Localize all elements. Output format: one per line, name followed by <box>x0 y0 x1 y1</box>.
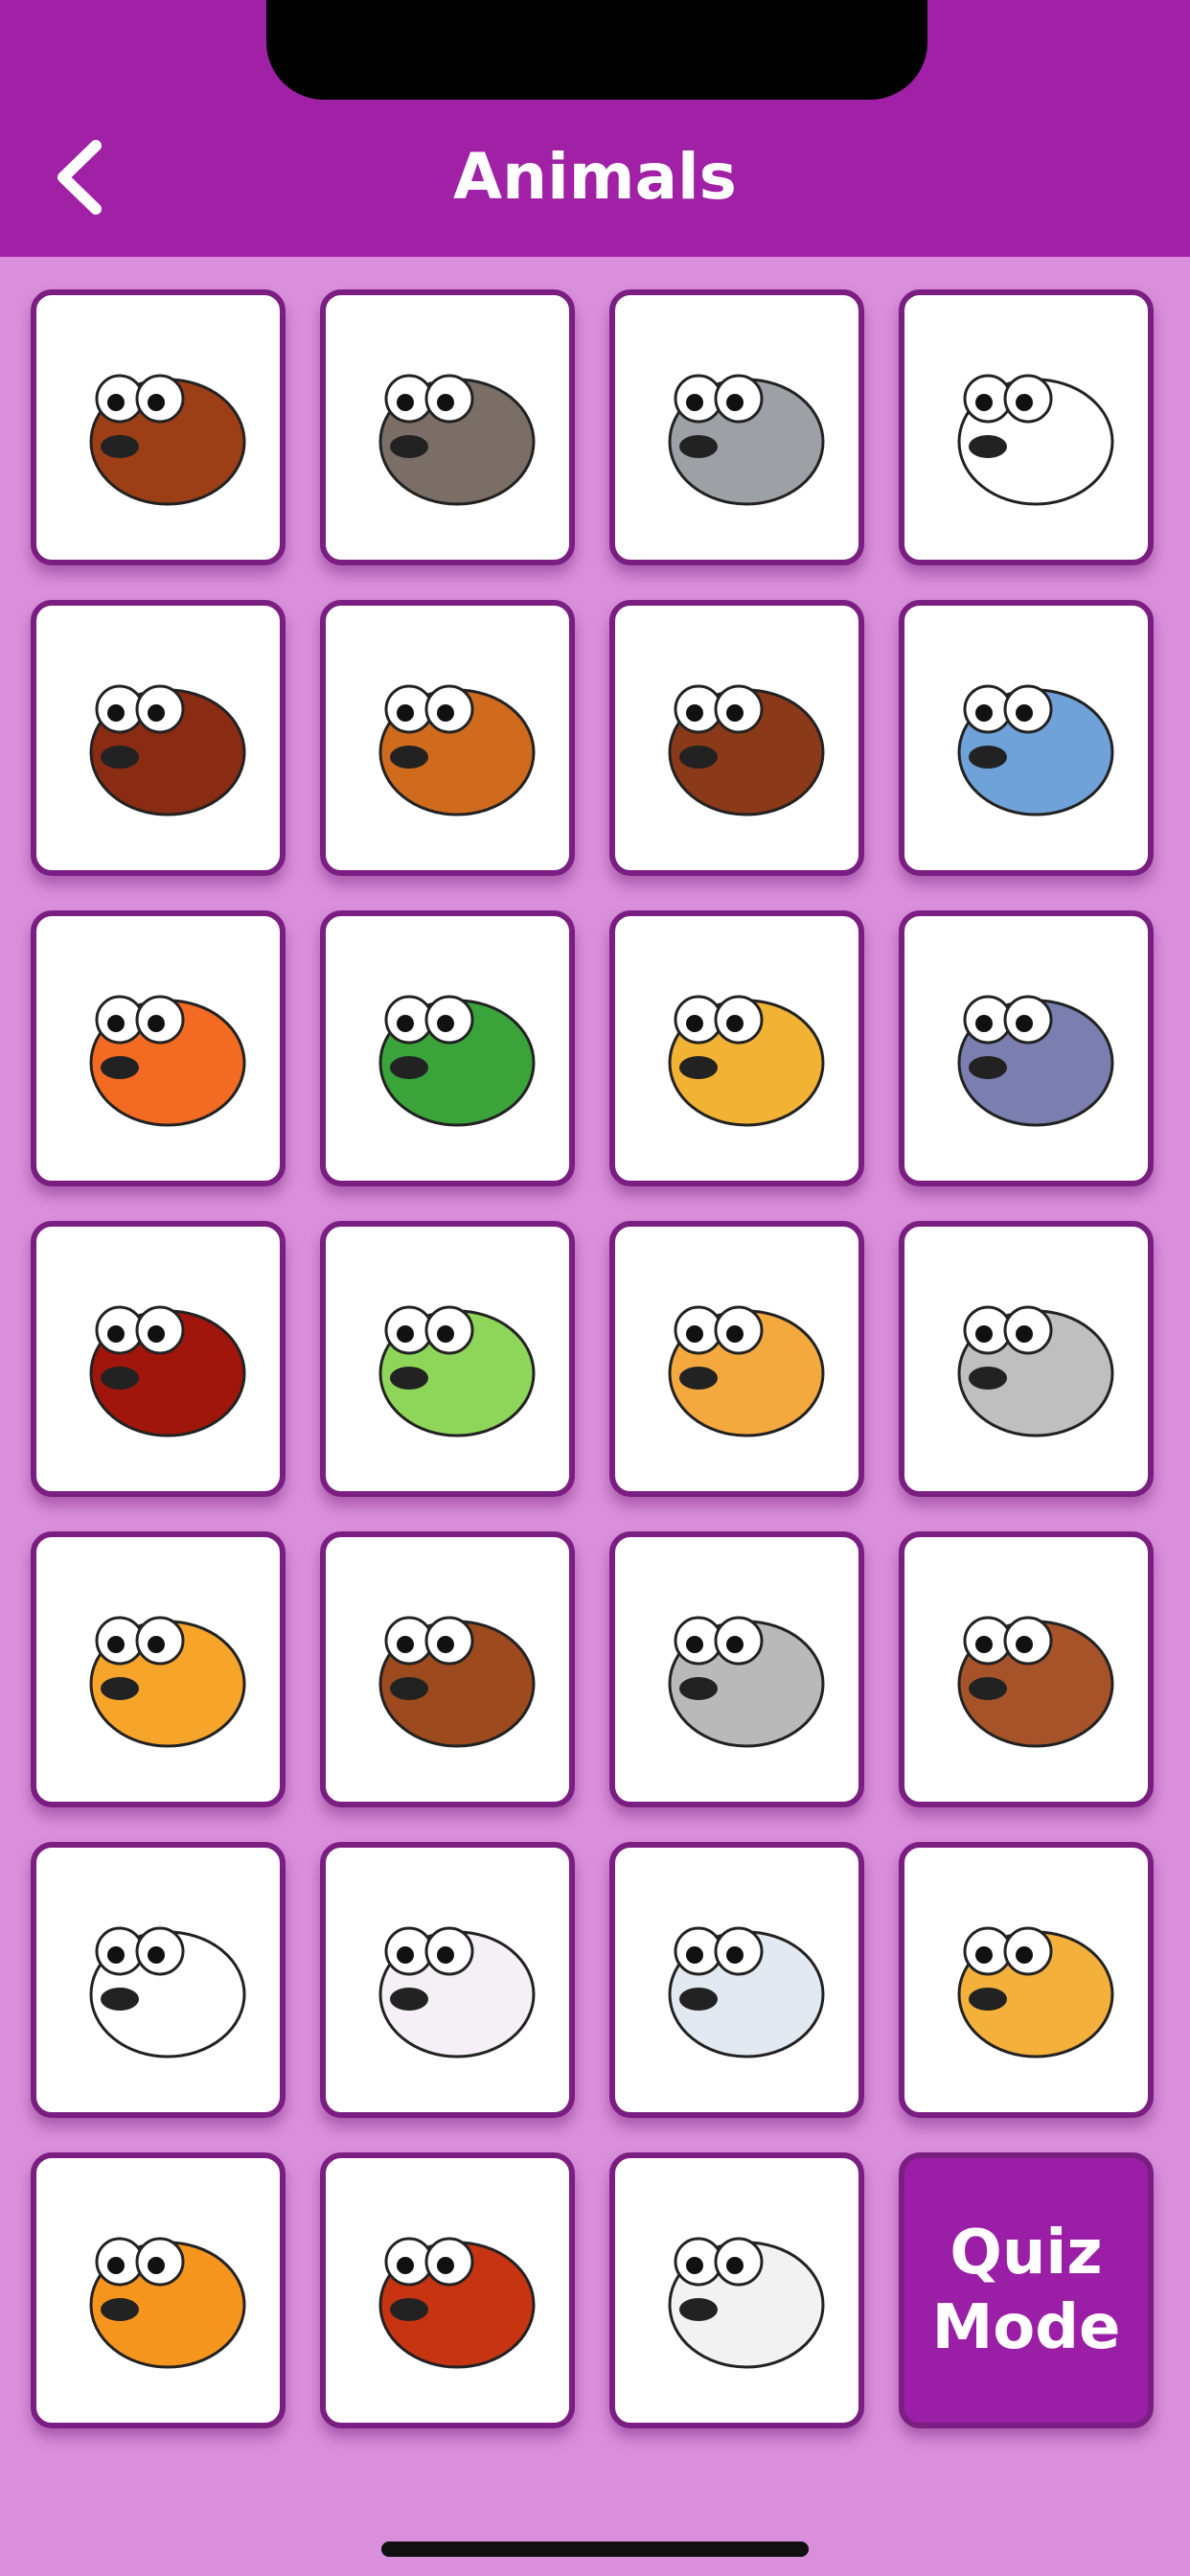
animal-grid: Quiz Mode <box>31 289 1154 2428</box>
animal-tile-rabbit[interactable] <box>320 1842 575 2118</box>
animal-tile-zebra[interactable] <box>609 2152 864 2428</box>
mouse-icon <box>668 1616 825 1748</box>
animal-tile-boar[interactable] <box>31 1221 286 1497</box>
page-title: Animals <box>453 140 737 214</box>
animal-tile-walrus[interactable] <box>320 2152 575 2428</box>
animal-tile-monkey[interactable] <box>320 1531 575 1807</box>
animal-tile-duck[interactable] <box>609 600 864 876</box>
koala-icon <box>957 1305 1114 1438</box>
duck-icon <box>668 684 825 816</box>
monkey-icon <box>378 1616 536 1748</box>
zebra-icon <box>668 2237 825 2369</box>
boar-icon <box>89 1305 246 1438</box>
home-indicator <box>381 2542 809 2557</box>
panda-icon <box>89 1926 246 2058</box>
device-notch <box>266 0 927 100</box>
animal-tile-koala[interactable] <box>899 1221 1154 1497</box>
animal-tile-dog[interactable] <box>320 600 575 876</box>
rabbit-icon <box>378 1926 536 2058</box>
lion-icon <box>89 1616 246 1748</box>
hippo-icon <box>957 995 1114 1127</box>
giraffe-icon <box>668 995 825 1127</box>
quiz-mode-button[interactable]: Quiz Mode <box>899 2152 1154 2428</box>
moose-icon <box>89 684 246 816</box>
animal-tile-bear[interactable] <box>31 289 286 565</box>
animal-tile-snake[interactable] <box>899 1842 1154 2118</box>
animal-tile-mouse[interactable] <box>609 1531 864 1807</box>
animal-tile-sheep[interactable] <box>609 1842 864 2118</box>
elephant-icon <box>957 684 1114 816</box>
frog-icon <box>378 995 536 1127</box>
sheep-icon <box>668 1926 825 2058</box>
animal-tile-hippo[interactable] <box>899 910 1154 1186</box>
animal-tile-kangaroo[interactable] <box>609 1221 864 1497</box>
animal-tile-fox[interactable] <box>31 910 286 1186</box>
animal-tile-owl[interactable] <box>899 1531 1154 1807</box>
animal-tile-tiger[interactable] <box>31 2152 286 2428</box>
animal-tile-moose[interactable] <box>31 600 286 876</box>
walrus-icon <box>378 2237 536 2369</box>
animal-tile-cat[interactable] <box>609 289 864 565</box>
owl-icon <box>957 1616 1114 1748</box>
animal-tile-cow[interactable] <box>899 289 1154 565</box>
fox-icon <box>89 995 246 1127</box>
animal-tile-giraffe[interactable] <box>609 910 864 1186</box>
animal-tile-lion[interactable] <box>31 1531 286 1807</box>
iguana-icon <box>378 1305 536 1438</box>
nav-header: Animals <box>0 0 1190 257</box>
bear-icon <box>89 374 246 506</box>
animal-tile-iguana[interactable] <box>320 1221 575 1497</box>
cow-icon <box>957 374 1114 506</box>
kangaroo-icon <box>668 1305 825 1438</box>
cat-icon <box>668 374 825 506</box>
tiger-icon <box>89 2237 246 2369</box>
bird-icon <box>378 374 536 506</box>
dog-icon <box>378 684 536 816</box>
animal-tile-elephant[interactable] <box>899 600 1154 876</box>
animal-tile-frog[interactable] <box>320 910 575 1186</box>
animal-tile-panda[interactable] <box>31 1842 286 2118</box>
snake-icon <box>957 1926 1114 2058</box>
animal-tile-bird[interactable] <box>320 289 575 565</box>
